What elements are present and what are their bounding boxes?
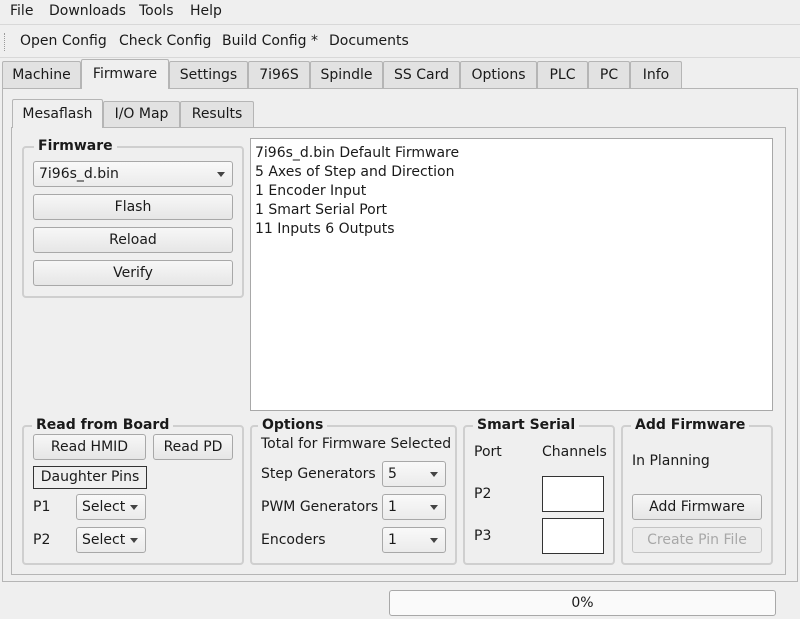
pwm-generators-value: 1 xyxy=(388,499,397,515)
step-generators-select[interactable]: 5 xyxy=(382,461,446,487)
add-firmware-button[interactable]: Add Firmware xyxy=(632,494,762,520)
verify-button[interactable]: Verify xyxy=(33,260,233,286)
options-title: Options xyxy=(258,417,328,433)
p1-label: P1 xyxy=(33,499,51,515)
add-firmware-title: Add Firmware xyxy=(631,417,750,433)
description-line: 1 Encoder Input xyxy=(255,183,367,199)
menu-downloads[interactable]: Downloads xyxy=(49,3,126,19)
firmware-group-title: Firmware xyxy=(34,138,117,154)
p2-select-value: Select xyxy=(82,532,126,548)
tab-ss-card[interactable]: SS Card xyxy=(383,61,460,88)
tab-settings[interactable]: Settings xyxy=(169,61,248,88)
chevron-down-icon xyxy=(430,538,438,543)
chevron-down-icon xyxy=(430,505,438,510)
chevron-down-icon xyxy=(130,505,138,510)
p2-port-label: P2 xyxy=(474,486,492,502)
total-firmware-label: Total for Firmware Selected xyxy=(261,436,452,452)
p2-label: P2 xyxy=(33,532,51,548)
chevron-down-icon xyxy=(430,472,438,477)
planning-status: In Planning xyxy=(632,453,710,469)
firmware-select[interactable]: 7i96s_d.bin xyxy=(33,161,233,187)
port-header: Port xyxy=(474,444,502,460)
tab-results[interactable]: Results xyxy=(180,101,254,127)
p3-channels-field[interactable] xyxy=(542,518,604,554)
tab-spindle[interactable]: Spindle xyxy=(310,61,383,88)
menu-bar: File Downloads Tools Help xyxy=(0,0,800,24)
p2-select[interactable]: Select xyxy=(76,527,146,553)
menu-help[interactable]: Help xyxy=(190,3,222,19)
tab-firmware[interactable]: Firmware xyxy=(81,59,169,89)
read-hmid-button[interactable]: Read HMID xyxy=(33,434,146,460)
tab-options[interactable]: Options xyxy=(460,61,537,88)
firmware-select-value: 7i96s_d.bin xyxy=(39,166,119,182)
encoders-label: Encoders xyxy=(261,532,326,548)
build-config-button[interactable]: Build Config * xyxy=(222,33,318,49)
tab-plc[interactable]: PLC xyxy=(537,61,588,88)
description-line: 5 Axes of Step and Direction xyxy=(255,164,455,180)
tab-info[interactable]: Info xyxy=(630,61,682,88)
toolbar: Open Config Check Config Build Config * … xyxy=(0,24,800,58)
progress-bar: 0% xyxy=(389,590,776,616)
description-line: 11 Inputs 6 Outputs xyxy=(255,221,395,237)
p1-select[interactable]: Select xyxy=(76,494,146,520)
description-line: 7i96s_d.bin Default Firmware xyxy=(255,145,460,161)
read-from-board-title: Read from Board xyxy=(32,417,174,433)
firmware-description-box[interactable]: 7i96s_d.bin Default Firmware 5 Axes of S… xyxy=(250,138,773,411)
tab-mesaflash[interactable]: Mesaflash xyxy=(12,99,103,128)
channels-header: Channels xyxy=(542,444,607,460)
chevron-down-icon xyxy=(130,538,138,543)
tab-7i96s[interactable]: 7i96S xyxy=(248,61,310,88)
check-config-button[interactable]: Check Config xyxy=(119,33,211,49)
p1-select-value: Select xyxy=(82,499,126,515)
open-config-button[interactable]: Open Config xyxy=(20,33,107,49)
read-pd-button[interactable]: Read PD xyxy=(153,434,233,460)
progress-text: 0% xyxy=(571,595,594,611)
flash-button[interactable]: Flash xyxy=(33,194,233,220)
tab-machine[interactable]: Machine xyxy=(2,61,81,88)
toolbar-grip[interactable] xyxy=(4,33,7,51)
tab-io-map[interactable]: I/O Map xyxy=(103,101,180,127)
p2-channels-field[interactable] xyxy=(542,476,604,512)
p3-port-label: P3 xyxy=(474,528,492,544)
encoders-value: 1 xyxy=(388,532,397,548)
pwm-generators-label: PWM Generators xyxy=(261,499,379,515)
smart-serial-title: Smart Serial xyxy=(473,417,580,433)
reload-button[interactable]: Reload xyxy=(33,227,233,253)
step-generators-label: Step Generators xyxy=(261,466,376,482)
tab-pc[interactable]: PC xyxy=(588,61,630,88)
create-pin-file-button: Create Pin File xyxy=(632,527,762,553)
daughter-pins-label: Daughter Pins xyxy=(33,466,147,489)
menu-tools[interactable]: Tools xyxy=(139,3,174,19)
encoders-select[interactable]: 1 xyxy=(382,527,446,553)
step-generators-value: 5 xyxy=(388,466,397,482)
chevron-down-icon xyxy=(217,172,225,177)
description-line: 1 Smart Serial Port xyxy=(255,202,387,218)
documents-button[interactable]: Documents xyxy=(329,33,409,49)
menu-file[interactable]: File xyxy=(10,3,33,19)
pwm-generators-select[interactable]: 1 xyxy=(382,494,446,520)
